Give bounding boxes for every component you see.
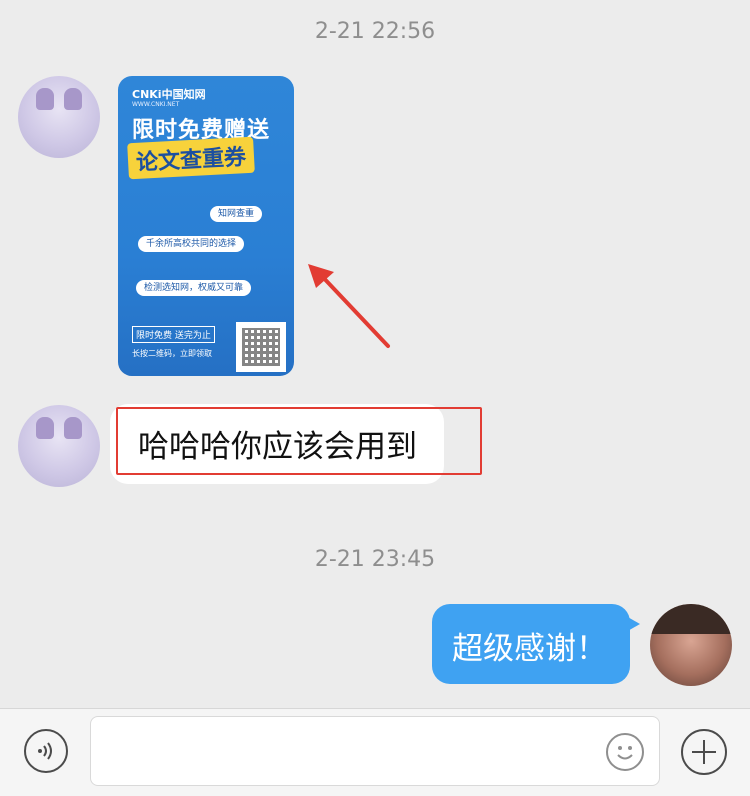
timestamp: 2-21 23:45 (314, 547, 436, 572)
annotation-box (116, 407, 482, 475)
voice-icon[interactable] (24, 729, 68, 773)
poster-badge: 限时免费 送完为止 (132, 326, 215, 343)
voice-wave-icon (38, 742, 52, 760)
smiley-face-icon (617, 746, 633, 760)
message-input[interactable] (90, 716, 660, 786)
user-avatar[interactable] (650, 604, 732, 686)
timestamp: 2-21 22:56 (314, 19, 436, 44)
plus-icon[interactable] (681, 729, 727, 775)
contact-avatar[interactable] (18, 76, 100, 158)
poster-badge-sub: 长按二维码，立即领取 (132, 349, 212, 358)
poster-bubble: 检测选知网，权威又可靠 (136, 280, 252, 296)
poster-bubble: 知网查重 (210, 206, 263, 222)
annotation-arrow-icon (308, 264, 390, 348)
poster-brand-sub: WWW.CNKI.NET (132, 101, 180, 108)
poster-brand: CNKi中国知网 (132, 88, 206, 101)
outgoing-message-text: 超级感谢！ (452, 631, 607, 667)
poster-bubble: 千余所高校共同的选择 (138, 236, 245, 252)
qr-code-icon (236, 322, 286, 372)
emoji-icon[interactable] (606, 733, 644, 771)
contact-avatar[interactable] (18, 405, 100, 487)
poster-tag: 论文查重券 (127, 136, 255, 180)
image-message[interactable]: CNKi中国知网 WWW.CNKI.NET 限时免费赠送 论文查重券 知网查重 … (118, 76, 294, 376)
